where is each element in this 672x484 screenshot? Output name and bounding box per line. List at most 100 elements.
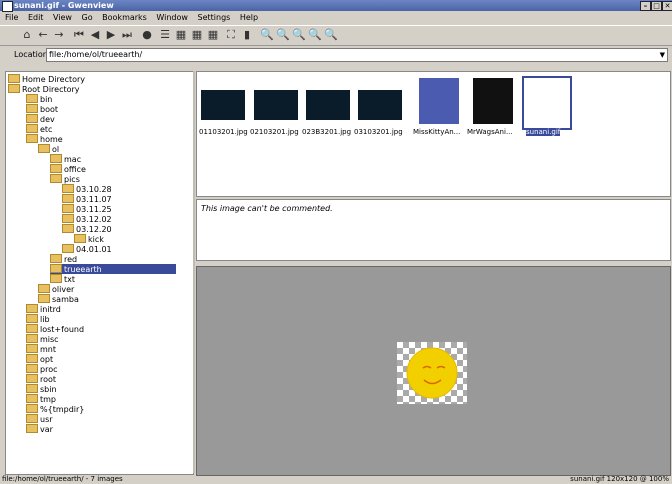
large-thumbnails-icon[interactable]: ▦ xyxy=(206,28,220,42)
location-bar: Location: file:/home/ol/trueearth/ ▼ xyxy=(0,45,672,65)
tree-item[interactable]: misc xyxy=(26,334,59,344)
slideshow-icon[interactable]: ▮ xyxy=(240,28,254,42)
tree-item[interactable]: 03.12.02 xyxy=(62,214,112,224)
back-icon[interactable]: ← xyxy=(36,28,50,42)
medium-thumbnails-icon[interactable]: ▦ xyxy=(190,28,204,42)
close-icon[interactable]: ✕ xyxy=(662,1,672,11)
tree-item[interactable]: pics xyxy=(50,174,80,184)
thumbnail-image-selected[interactable] xyxy=(522,76,572,130)
tree-item[interactable]: bin xyxy=(26,94,52,104)
image-info: sunani.gif 120x120 @ 100% xyxy=(570,475,669,483)
menu-bookmarks[interactable]: Bookmarks xyxy=(102,13,147,22)
thumbnail-label: 01103201.jpg xyxy=(199,128,248,136)
tree-item[interactable]: sbin xyxy=(26,384,57,394)
chevron-down-icon[interactable]: ▼ xyxy=(660,49,665,61)
tree-item[interactable]: txt xyxy=(50,274,75,284)
minimize-icon[interactable]: – xyxy=(640,1,651,11)
tree-item[interactable]: kick xyxy=(74,234,104,244)
tree-item[interactable]: usr xyxy=(26,414,53,424)
home-icon[interactable]: ⌂ xyxy=(20,28,34,42)
menu-window[interactable]: Window xyxy=(156,13,188,22)
last-image-icon[interactable]: ⏭ xyxy=(120,28,134,42)
comment-panel: This image can't be commented. xyxy=(196,199,671,261)
comment-text: This image can't be commented. xyxy=(201,204,333,213)
sun-image xyxy=(406,347,458,399)
menu-edit[interactable]: Edit xyxy=(28,13,44,22)
tree-item[interactable]: 03.12.20 xyxy=(62,224,112,234)
thumbnail-image[interactable] xyxy=(201,90,245,120)
vertical-splitter[interactable] xyxy=(193,71,195,473)
first-image-icon[interactable]: ⏮ xyxy=(72,28,86,42)
location-value: file:/home/ol/trueearth/ xyxy=(49,50,143,59)
tree-item[interactable]: tmp xyxy=(26,394,56,404)
list-view-icon[interactable]: ☰ xyxy=(158,28,172,42)
thumbnail-view: 01103201.jpg 02103201.jpg 023B3201.jpg 0… xyxy=(196,71,671,197)
menu-file[interactable]: File xyxy=(5,13,18,22)
tree-item[interactable]: var xyxy=(26,424,53,434)
image-viewer[interactable] xyxy=(196,266,671,476)
tree-item[interactable]: oliver xyxy=(38,284,74,294)
small-thumbnails-icon[interactable]: ▦ xyxy=(174,28,188,42)
tree-item[interactable]: initrd xyxy=(26,304,61,314)
tree-item[interactable]: 03.10.28 xyxy=(62,184,112,194)
tree-item[interactable]: 03.11.25 xyxy=(62,204,112,214)
directory-tree[interactable]: Home Directory Root Directory bin boot d… xyxy=(5,71,194,475)
status-bar: file:/home/ol/trueearth/ - 7 images suna… xyxy=(0,475,672,484)
image-checkerboard xyxy=(397,342,467,404)
zoom-lock-icon[interactable]: 🔍 xyxy=(324,28,338,42)
thumbnail-label-selected: sunani.gif xyxy=(526,128,561,136)
tree-item[interactable]: etc xyxy=(26,124,52,134)
thumbnail-label: 02103201.jpg xyxy=(250,128,299,136)
tree-item[interactable]: ol xyxy=(38,144,59,154)
thumbnail-image[interactable] xyxy=(254,90,298,120)
tree-item[interactable]: opt xyxy=(26,354,53,364)
zoom-reset-icon[interactable]: 🔍 xyxy=(308,28,322,42)
status-text: file:/home/ol/trueearth/ - 7 images xyxy=(2,475,123,483)
tree-item[interactable]: lost+found xyxy=(26,324,84,334)
zoom-in-icon[interactable]: 🔍 xyxy=(260,28,274,42)
zoom-out-icon[interactable]: 🔍 xyxy=(276,28,290,42)
menu-go[interactable]: Go xyxy=(82,13,93,22)
tree-item[interactable]: mac xyxy=(50,154,81,164)
thumbnail-image[interactable] xyxy=(306,90,350,120)
tree-item[interactable]: home xyxy=(26,134,63,144)
tree-item[interactable]: samba xyxy=(38,294,79,304)
thumbnail-image[interactable] xyxy=(473,78,513,124)
next-image-icon[interactable]: ▶ xyxy=(104,28,118,42)
title-bar: sunani.gif - Gwenview – □ ✕ xyxy=(0,0,672,12)
tree-item[interactable]: office xyxy=(50,164,86,174)
menu-help[interactable]: Help xyxy=(240,13,258,22)
stop-icon[interactable]: ● xyxy=(140,28,154,42)
maximize-icon[interactable]: □ xyxy=(651,1,662,11)
menu-bar: File Edit View Go Bookmarks Window Setti… xyxy=(0,12,672,24)
thumbnail-label: MrWagsAni... xyxy=(467,128,513,136)
tree-item[interactable]: 04.01.01 xyxy=(62,244,112,254)
fullscreen-icon[interactable]: ⛶ xyxy=(224,28,238,42)
thumbnail-image[interactable] xyxy=(358,90,402,120)
tree-item[interactable]: red xyxy=(50,254,77,264)
previous-image-icon[interactable]: ◀ xyxy=(88,28,102,42)
menu-view[interactable]: View xyxy=(53,13,72,22)
menu-settings[interactable]: Settings xyxy=(198,13,231,22)
thumbnail-image[interactable] xyxy=(419,78,459,124)
forward-icon[interactable]: → xyxy=(52,28,66,42)
tree-item-selected[interactable]: trueearth xyxy=(50,264,176,274)
thumbnail-label: 03103201.jpg xyxy=(354,128,403,136)
thumbnail-label: MissKittyAn... xyxy=(413,128,461,136)
app-icon xyxy=(2,1,13,12)
tree-item[interactable]: 03.11.07 xyxy=(62,194,112,204)
tree-item[interactable]: Home Directory xyxy=(8,74,85,84)
tree-item[interactable]: %{tmpdir} xyxy=(26,404,84,414)
window-title: sunani.gif - Gwenview xyxy=(14,1,114,10)
zoom-fit-icon[interactable]: 🔍 xyxy=(292,28,306,42)
thumbnail-label: 023B3201.jpg xyxy=(302,128,352,136)
tree-item[interactable]: proc xyxy=(26,364,57,374)
tree-item[interactable]: boot xyxy=(26,104,58,114)
toolbar: ⌂ ← → ⏮ ◀ ▶ ⏭ ● ☰ ▦ ▦ ▦ ⛶ ▮ 🔍 🔍 🔍 🔍 🔍 xyxy=(0,25,672,46)
tree-item[interactable]: mnt xyxy=(26,344,56,354)
tree-item[interactable]: lib xyxy=(26,314,50,324)
tree-item[interactable]: root xyxy=(26,374,56,384)
location-input[interactable]: file:/home/ol/trueearth/ ▼ xyxy=(46,48,668,62)
tree-item[interactable]: dev xyxy=(26,114,55,124)
tree-item[interactable]: Root Directory xyxy=(8,84,80,94)
